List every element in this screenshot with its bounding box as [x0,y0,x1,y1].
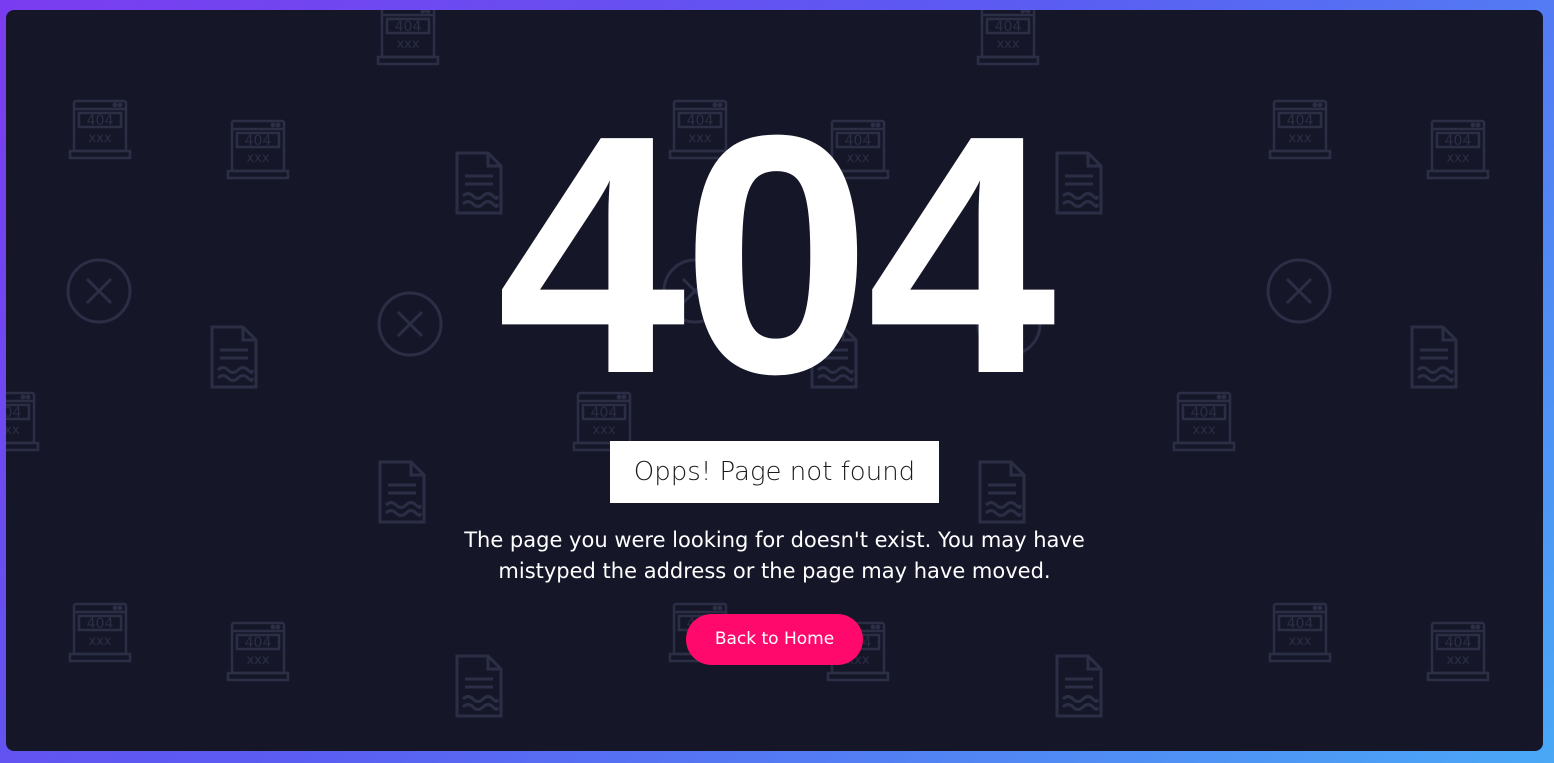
error-content: 404 Opps! Page not found The page you we… [6,10,1543,751]
error-description: The page you were looking for doesn't ex… [436,525,1113,587]
error-title: Opps! Page not found [610,441,939,503]
description-line-2: mistyped the address or the page may hav… [498,559,1051,583]
description-line-1: The page you were looking for doesn't ex… [464,528,1085,552]
back-to-home-button[interactable]: Back to Home [686,614,863,665]
error-panel: 404 xxx 404 xxx 404 xxx 404 xxx 404 xxx 404 xxx 404 x… [6,10,1543,751]
error-code: 404 [496,65,1056,445]
